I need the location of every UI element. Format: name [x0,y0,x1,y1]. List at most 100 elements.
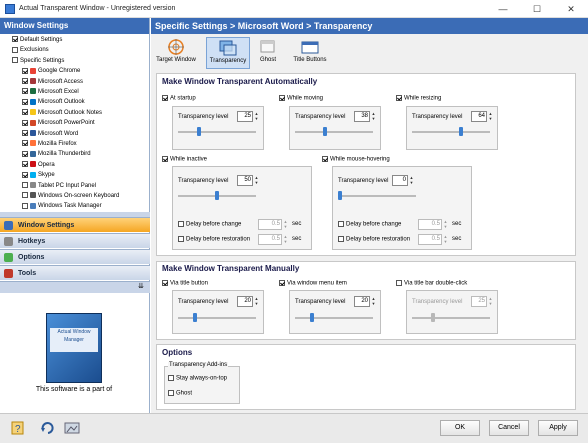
apply-button[interactable]: Apply [538,420,578,436]
startup-level-spinner[interactable]: ▲ ▼ [253,111,260,122]
tool-ghost[interactable]: Ghost [246,37,290,69]
moving-level-input[interactable]: 38 [354,111,370,122]
title-button-level-input[interactable]: 20 [237,296,253,307]
tree-item[interactable]: Microsoft Outlook Notes [22,109,102,118]
tree-item[interactable]: Microsoft Outlook [22,98,85,107]
tree-item-checkbox[interactable] [22,109,28,116]
inactive-delay-restore-input[interactable]: 0.5 [258,234,282,245]
dblclick-level-input[interactable]: 25 [471,296,487,307]
tree-item-checkbox[interactable] [22,140,28,147]
hovering-delay-change-checkbox[interactable]: Delay before change [338,221,401,228]
ok-button[interactable]: OK [440,420,480,436]
nav-window-settings[interactable]: Window Settings [0,217,150,232]
menu-item-level-input[interactable]: 20 [354,296,370,307]
tree-item[interactable]: Microsoft Excel [22,88,79,97]
slider-thumb[interactable] [338,191,342,200]
inactive-delay-restore-checkbox[interactable]: Delay before restoration [178,236,250,243]
inactive-level-spinner[interactable]: ▲ ▼ [253,175,260,186]
at-startup-checkbox[interactable]: At startup [162,95,196,102]
maximize-button[interactable]: ☐ [520,0,554,18]
tool-target-window[interactable]: Target Window [154,37,198,69]
slider-thumb[interactable] [323,127,328,136]
tree-item-checkbox[interactable] [12,36,18,43]
inactive-delay-change-input[interactable]: 0.5 [258,219,282,230]
hovering-delay-restore-checkbox[interactable]: Delay before restoration [338,236,410,243]
tree-item[interactable]: Mozilla Firefox [22,140,77,149]
tree-item-checkbox[interactable] [22,67,28,74]
via-title-button-checkbox[interactable]: Via title button [162,280,208,287]
via-title-bar-double-click-checkbox[interactable]: Via title bar double-click [396,280,467,287]
tree-item-checkbox[interactable] [22,161,28,168]
nav-tools[interactable]: Tools [0,265,150,280]
tree-item[interactable]: Windows On-screen Keyboard [22,192,119,201]
slider-thumb[interactable] [215,191,219,200]
via-window-menu-item-checkbox[interactable]: Via window menu item [279,280,347,287]
refresh-icon[interactable] [40,421,56,435]
tree-item-checkbox[interactable] [22,119,28,126]
tree-item-checkbox[interactable] [22,78,28,85]
tree-item-checkbox[interactable] [22,171,28,178]
tree-item[interactable]: Microsoft Access [22,78,83,87]
hovering-level-spinner[interactable]: ▲ ▼ [408,175,415,186]
title-button-level-slider[interactable] [178,313,256,322]
tree-item-checkbox[interactable] [22,130,28,137]
hovering-delay-restore-spinner[interactable]: ▲ ▼ [442,234,449,245]
while-moving-checkbox[interactable]: While moving [279,95,323,102]
stay-always-on-top-checkbox[interactable]: Stay always-on-top [168,375,227,382]
menu-item-level-spinner[interactable]: ▲ ▼ [370,296,377,307]
moving-level-spinner[interactable]: ▲ ▼ [370,111,377,122]
inactive-delay-change-checkbox[interactable]: Delay before change [178,221,241,228]
slider-thumb[interactable] [192,313,197,322]
startup-level-slider[interactable] [178,127,256,136]
tree-item-checkbox[interactable] [22,98,28,105]
tree-item-checkbox[interactable] [22,202,28,209]
tree-item-checkbox[interactable] [12,57,18,64]
tree-item[interactable]: Specific Settings [12,57,64,66]
hovering-level-slider[interactable] [338,191,416,200]
tool-title-buttons[interactable]: Title Buttons [288,37,332,69]
tree-item[interactable]: Tablet PC Input Panel [22,182,96,191]
while-resizing-checkbox[interactable]: While resizing [396,95,441,102]
menu-item-level-slider[interactable] [295,313,373,322]
minimize-button[interactable]: — [486,0,520,18]
tree-item-checkbox[interactable] [22,88,28,95]
hovering-delay-change-spinner[interactable]: ▲ ▼ [442,219,449,230]
tree-item[interactable]: Microsoft PowerPoint [22,119,95,128]
nav-options[interactable]: Options [0,249,150,264]
tree-item[interactable]: Mozilla Thunderbird [22,150,91,159]
tree-item[interactable]: Microsoft Word [22,130,78,139]
tree-item[interactable]: Opera [22,161,55,170]
while-mouse-hovering-checkbox[interactable]: While mouse-hovering [322,156,390,163]
moving-level-slider[interactable] [295,127,373,136]
tree-item[interactable]: Google Chrome [22,67,80,76]
slider-thumb[interactable] [309,313,314,322]
tree-item[interactable]: Windows Task Manager [22,202,102,211]
tree-item[interactable]: Exclusions [12,46,49,55]
tree-item-checkbox[interactable] [22,182,28,189]
while-inactive-checkbox[interactable]: While inactive [162,156,207,163]
tree-item-checkbox[interactable] [12,46,18,53]
hovering-delay-change-input[interactable]: 0.5 [418,219,442,230]
ghost-checkbox[interactable]: Ghost [168,390,192,397]
resizing-level-slider[interactable] [412,127,490,136]
help-icon[interactable]: ? [10,421,26,435]
tool-transparency[interactable]: Transparency [206,37,250,69]
inactive-delay-change-spinner[interactable]: ▲ ▼ [282,219,289,230]
nav-hotkeys[interactable]: Hotkeys [0,233,150,248]
title-button-level-spinner[interactable]: ▲ ▼ [253,296,260,307]
dblclick-level-spinner[interactable]: ▲ ▼ [487,296,494,307]
window-icon[interactable] [64,421,80,435]
hovering-delay-restore-input[interactable]: 0.5 [418,234,442,245]
tree-item[interactable]: Skype [22,171,55,180]
inactive-delay-restore-spinner[interactable]: ▲ ▼ [282,234,289,245]
slider-thumb[interactable] [196,127,201,136]
resizing-level-spinner[interactable]: ▲ ▼ [487,111,494,122]
hovering-level-input[interactable]: 0 [392,175,408,186]
resizing-level-input[interactable]: 64 [471,111,487,122]
inactive-level-input[interactable]: 50 [237,175,253,186]
startup-level-input[interactable]: 25 [237,111,253,122]
inactive-level-slider[interactable] [178,191,256,200]
chevron-down-icon[interactable]: ⇊ [138,282,144,290]
close-button[interactable]: ✕ [554,0,588,18]
tree-item[interactable]: Default Settings [12,36,62,45]
